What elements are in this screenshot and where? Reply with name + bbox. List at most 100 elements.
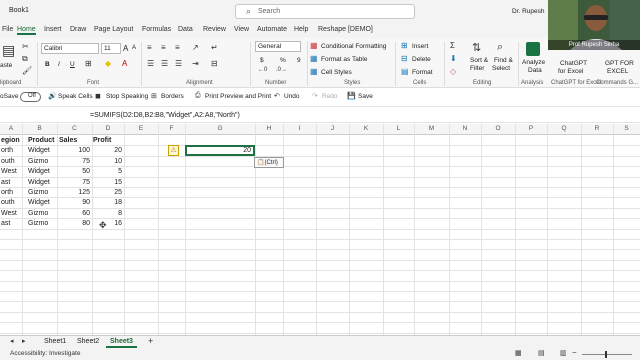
header-profit[interactable]: Profit	[93, 137, 111, 144]
col-header-c[interactable]: C	[57, 125, 92, 132]
fill-color-icon[interactable]: ◆	[105, 59, 111, 68]
cell-region[interactable]: orth	[1, 189, 13, 196]
cell-profit[interactable]: 5	[92, 168, 122, 175]
undo-button[interactable]: Undo	[284, 93, 300, 100]
cell-product[interactable]: Gizmo	[28, 189, 48, 196]
orientation-icon[interactable]: ↗	[192, 43, 199, 52]
indent-icon[interactable]: ⇥	[192, 59, 199, 68]
speak-cells-icon[interactable]: 🔊	[48, 92, 57, 100]
col-header-f[interactable]: F	[158, 125, 185, 132]
col-header-r[interactable]: R	[581, 125, 613, 132]
cell-sales[interactable]: 75	[57, 179, 90, 186]
cell-styles-icon[interactable]: ▦	[310, 67, 318, 76]
format-cells-button[interactable]: Format	[412, 69, 433, 76]
header-region[interactable]: egion	[1, 137, 20, 144]
gpt-for-excel-label-2[interactable]: EXCEL	[607, 68, 628, 75]
underline-button[interactable]: U	[70, 61, 75, 68]
zoom-slider[interactable]	[582, 354, 632, 355]
increase-decimal-icon[interactable]: ←0	[258, 67, 267, 73]
col-header-o[interactable]: O	[481, 125, 515, 132]
paste-icon[interactable]: ▤	[2, 42, 15, 59]
autosave-toggle[interactable]: Off	[20, 92, 41, 102]
tab-insert[interactable]: Insert	[44, 26, 62, 33]
italic-button[interactable]: I	[58, 61, 60, 68]
fill-icon[interactable]: ⬇	[450, 54, 457, 63]
cell-product[interactable]: Gizmo	[28, 210, 48, 217]
redo-button[interactable]: Redo	[322, 93, 338, 100]
font-name-box[interactable]: Calibri	[41, 43, 99, 54]
cell-region[interactable]: West	[1, 210, 17, 217]
align-top-icon[interactable]: ≡	[147, 43, 152, 52]
normal-view-icon[interactable]: ▦	[515, 349, 522, 357]
zoom-out-icon[interactable]: −	[572, 348, 577, 357]
tab-file[interactable]: File	[2, 26, 13, 33]
chatgpt-label-1[interactable]: ChatGPT	[560, 60, 587, 67]
chatgpt-label-2[interactable]: for Excel	[558, 68, 583, 75]
cell-sales[interactable]: 75	[57, 158, 90, 165]
delete-cells-icon[interactable]: ⊟	[401, 54, 408, 63]
header-product[interactable]: Product	[28, 137, 54, 144]
col-header-j[interactable]: J	[316, 125, 349, 132]
active-cell-g3[interactable]: 20	[185, 145, 255, 156]
sheet-tab-3[interactable]: Sheet3	[106, 338, 137, 348]
cell-region[interactable]: West	[1, 168, 17, 175]
cell-profit[interactable]: 20	[92, 147, 122, 154]
stop-speaking-icon[interactable]: ◼	[95, 92, 101, 100]
cell-product[interactable]: Widget	[28, 179, 50, 186]
page-layout-view-icon[interactable]: ▤	[538, 349, 545, 357]
col-header-p[interactable]: P	[515, 125, 547, 132]
number-format-box[interactable]: General	[255, 41, 301, 52]
cell-region[interactable]: ast	[1, 220, 10, 227]
tab-data[interactable]: Data	[178, 26, 193, 33]
conditional-formatting-icon[interactable]: ▦	[310, 41, 318, 50]
tab-home[interactable]: Home	[17, 26, 36, 35]
speak-cells-button[interactable]: Speak Cells	[58, 93, 93, 100]
analyze-data-label-2[interactable]: Data	[528, 67, 542, 74]
currency-button[interactable]: $	[260, 57, 264, 64]
insert-cells-icon[interactable]: ⊞	[401, 41, 408, 50]
cell-product[interactable]: Gizmo	[28, 220, 48, 227]
cell-profit[interactable]: 8	[92, 210, 122, 217]
filter-label[interactable]: Filter	[470, 65, 484, 72]
redo-icon[interactable]: ↷	[312, 92, 318, 100]
grow-font-button[interactable]: A	[123, 44, 128, 53]
save-icon[interactable]: 💾	[347, 92, 356, 100]
align-center-icon[interactable]: ☰	[161, 59, 168, 68]
autosum-icon[interactable]: Σ	[450, 41, 455, 50]
sheet-tab-1[interactable]: Sheet1	[44, 338, 66, 345]
tab-formulas[interactable]: Formulas	[142, 26, 171, 33]
col-header-g[interactable]: G	[185, 125, 255, 132]
gpt-for-excel-label-1[interactable]: GPT FOR	[605, 60, 634, 67]
col-header-k[interactable]: K	[349, 125, 383, 132]
tab-automate[interactable]: Automate	[257, 26, 287, 33]
align-right-icon[interactable]: ☰	[175, 59, 182, 68]
warning-icon[interactable]: ⚠	[168, 145, 179, 156]
cell-sales[interactable]: 50	[57, 168, 90, 175]
col-header-d[interactable]: D	[92, 125, 124, 132]
tab-draw[interactable]: Draw	[70, 26, 86, 33]
tab-page-layout[interactable]: Page Layout	[94, 26, 133, 33]
select-label[interactable]: Select	[492, 65, 510, 72]
analyze-data-label-1[interactable]: Analyze	[522, 59, 545, 66]
tab-review[interactable]: Review	[203, 26, 226, 33]
col-header-i[interactable]: I	[283, 125, 316, 132]
cell-profit[interactable]: 15	[92, 179, 122, 186]
accessibility-status[interactable]: Accessibility: Investigate	[10, 350, 80, 357]
cell-profit[interactable]: 25	[92, 189, 122, 196]
borders-icon[interactable]: ⊞	[85, 59, 92, 68]
paste-options-button[interactable]: 📋(Ctrl)	[254, 157, 284, 168]
next-sheet-icon[interactable]: ▸	[22, 337, 26, 345]
paste-label[interactable]: aste	[0, 62, 12, 69]
print-preview-icon[interactable]: ⎙	[195, 92, 201, 100]
tab-help[interactable]: Help	[294, 26, 308, 33]
col-header-b[interactable]: B	[22, 125, 57, 132]
format-painter-icon[interactable]: 🖌	[22, 66, 32, 75]
zoom-slider-thumb[interactable]	[605, 351, 607, 358]
col-header-m[interactable]: M	[414, 125, 449, 132]
cut-icon[interactable]: ✂	[22, 42, 29, 51]
find-select-icon[interactable]: ⌕	[497, 41, 503, 54]
shrink-font-button[interactable]: A	[132, 45, 136, 51]
page-break-view-icon[interactable]: ▥	[560, 349, 567, 357]
col-header-q[interactable]: Q	[547, 125, 581, 132]
save-button[interactable]: Save	[358, 93, 373, 100]
